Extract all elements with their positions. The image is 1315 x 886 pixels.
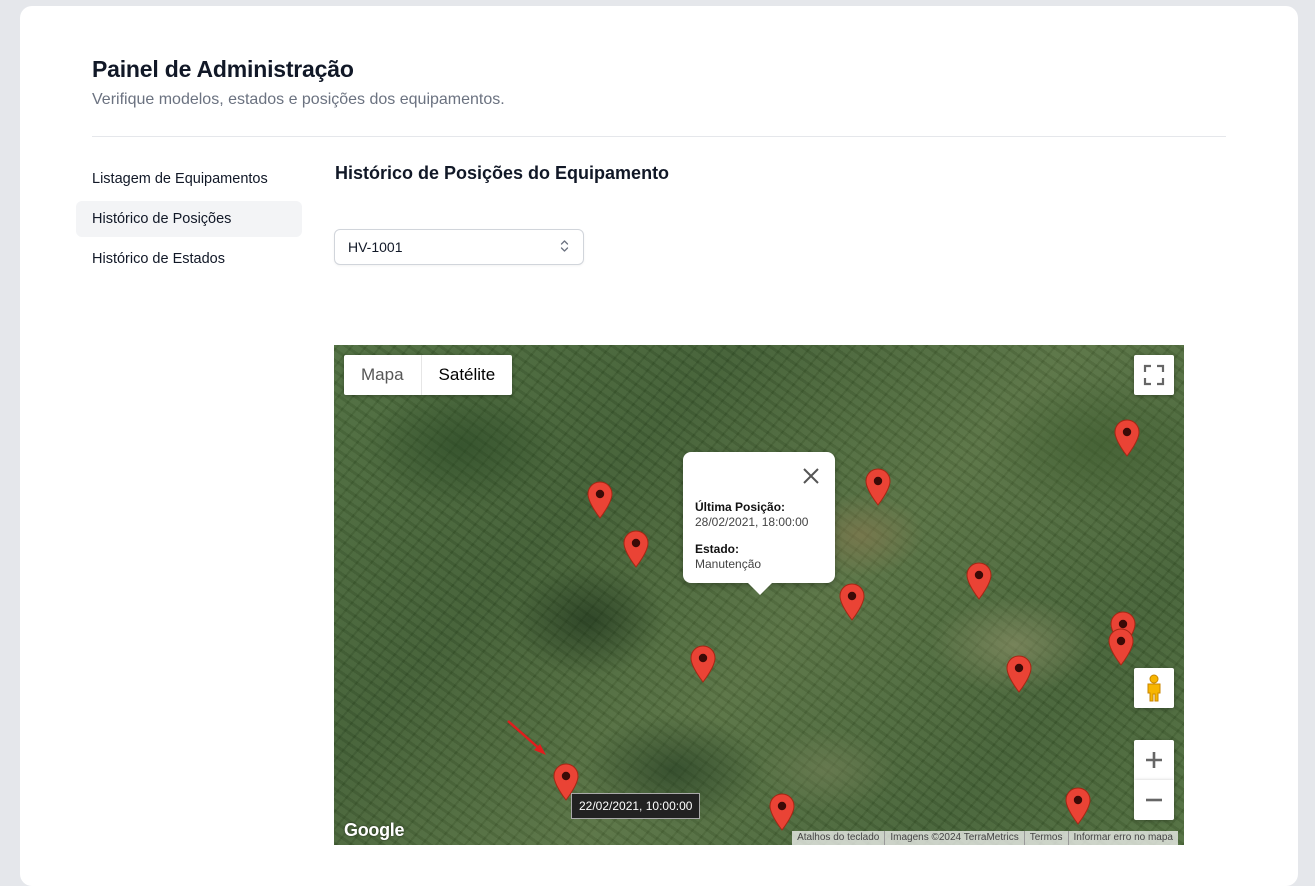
map-marker-icon[interactable] [1108, 628, 1134, 666]
zoom-out-button[interactable] [1134, 780, 1174, 820]
map-marker-icon[interactable] [623, 530, 649, 568]
fullscreen-button[interactable] [1134, 355, 1174, 395]
map[interactable]: Mapa Satélite Última Posição: 28/02/2021… [334, 345, 1184, 845]
google-logo: Google [344, 820, 405, 840]
header-divider [92, 136, 1226, 137]
map-type-satellite-button[interactable]: Satélite [420, 355, 513, 395]
zoom-in-icon [1146, 752, 1162, 768]
map-marker-icon[interactable] [1114, 419, 1140, 457]
zoom-out-icon [1146, 798, 1162, 802]
close-icon[interactable] [799, 464, 823, 488]
terms-link[interactable]: Termos [1023, 831, 1068, 845]
map-type-control: Mapa Satélite [344, 355, 513, 395]
map-marker-icon[interactable] [587, 481, 613, 519]
marker-tooltip: 22/02/2021, 10:00:00 [571, 793, 701, 819]
sidebar-item-position-history[interactable]: Histórico de Posições [76, 201, 302, 237]
map-marker-icon[interactable] [865, 468, 891, 506]
map-marker-icon[interactable] [966, 562, 992, 600]
map-marker-icon[interactable] [1065, 787, 1091, 825]
map-marker-icon[interactable] [1006, 655, 1032, 693]
sidebar: Listagem de Equipamentos Histórico de Po… [76, 161, 302, 281]
keyboard-shortcuts-link[interactable]: Atalhos do teclado [792, 831, 884, 845]
report-error-link[interactable]: Informar erro no mapa [1067, 831, 1179, 845]
map-marker-icon[interactable] [839, 583, 865, 621]
page-subtitle: Verifique modelos, estados e posições do… [92, 91, 505, 108]
map-marker-icon[interactable] [769, 793, 795, 831]
equipment-select-value: HV-1001 [348, 239, 403, 255]
map-footer: Atalhos do teclado Imagens ©2024 TerraMe… [792, 831, 1178, 845]
sidebar-item-state-history[interactable]: Histórico de Estados [76, 241, 302, 277]
zoom-in-button[interactable] [1134, 740, 1174, 780]
fullscreen-icon [1143, 364, 1165, 386]
state-value: Manutenção [695, 557, 762, 571]
chevron-updown-icon [560, 240, 569, 252]
page-title: Painel de Administração [92, 56, 354, 82]
pegman-icon [1147, 674, 1161, 702]
map-marker-icon[interactable] [690, 645, 716, 683]
section-title: Histórico de Posições do Equipamento [335, 163, 670, 183]
annotation-arrow-icon [507, 720, 546, 755]
last-position-value: 28/02/2021, 18:00:00 [695, 515, 809, 529]
equipment-select[interactable]: HV-1001 [334, 229, 584, 265]
sidebar-item-equipment-list[interactable]: Listagem de Equipamentos [76, 161, 302, 197]
map-type-map-button[interactable]: Mapa [344, 355, 421, 395]
info-window-tail [748, 583, 772, 595]
state-label: Estado: [695, 542, 740, 556]
street-view-button[interactable] [1134, 668, 1174, 708]
imagery-attribution: Imagens ©2024 TerraMetrics [884, 831, 1023, 845]
last-position-label: Última Posição: [695, 500, 786, 514]
marker-info-window: Última Posição: 28/02/2021, 18:00:00 Est… [683, 452, 835, 583]
